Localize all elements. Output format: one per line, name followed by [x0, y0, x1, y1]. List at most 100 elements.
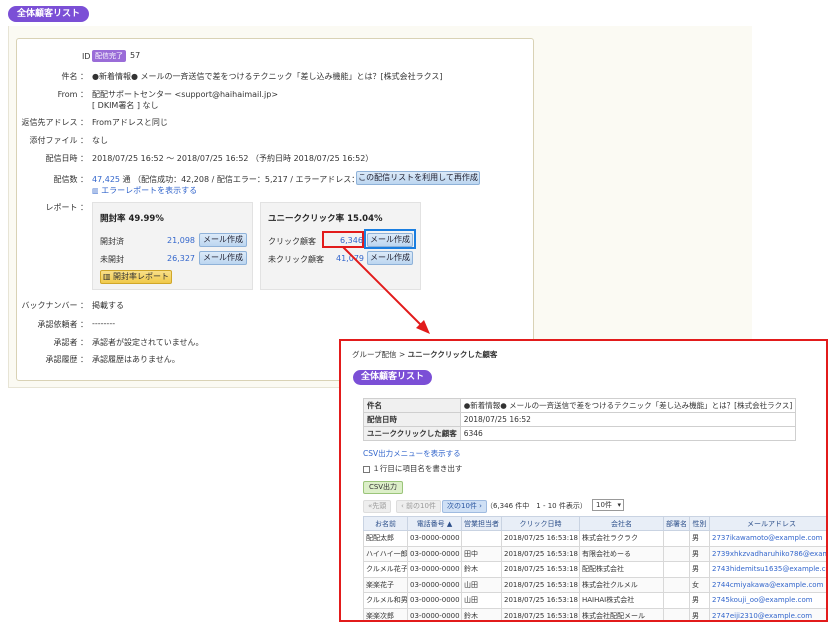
approval-history-value: 承認履歴はありません。	[92, 355, 180, 364]
table-cell: 03-0000-0000	[407, 561, 462, 578]
table-cell: 株式会社配配メール	[579, 607, 664, 620]
table-cell: 山田	[461, 592, 502, 609]
unclicked-label: 未クリック顧客	[268, 255, 324, 264]
column-header[interactable]: 営業担当者	[461, 516, 502, 531]
subject-label: 件名 ：	[61, 72, 88, 81]
table-cell	[663, 607, 690, 620]
table-cell: 03-0000-0000	[407, 607, 462, 620]
delivery-info-table: 件名 ●新着情報● メールの一斉送信で差をつけるテクニック「差し込み機能」とは？…	[363, 398, 797, 441]
chevron-down-icon: ▾	[617, 501, 621, 509]
table-cell: 03-0000-0000	[407, 592, 462, 609]
email-cell[interactable]: 2739xhkzvadharuhiko786@example.com	[709, 545, 826, 562]
delivery-date-value: 2018/07/25 16:52 〜 2018/07/25 16:52 （予約日…	[92, 154, 374, 163]
email-cell[interactable]: 2744cmiyakawa@example.com	[709, 576, 826, 593]
id-value-row: 配信完了 57	[92, 50, 140, 62]
reply-to-label: 返信先アドレス ：	[21, 118, 88, 127]
backnumber-label: バックナンバー ：	[21, 301, 88, 310]
table-cell: 配配株式会社	[579, 561, 664, 578]
info-row: ユニーククリックした顧客 6346	[363, 426, 797, 441]
table-cell	[663, 561, 690, 578]
delivery-count-row: 47,425 通 （配信成功：42,208 / 配信エラー：5,217 / エラ…	[92, 174, 372, 185]
pager-first-button[interactable]: «先頭	[363, 500, 392, 513]
column-header[interactable]: メールアドレス	[709, 516, 826, 531]
from-value: 配配サポートセンター <support@haihaimail.jp>	[92, 90, 279, 99]
callout-arrow	[342, 246, 430, 334]
email-cell[interactable]: 2743hidemitsu1635@example.com	[709, 561, 826, 578]
pager-prev-button[interactable]: ‹ 前の10件	[396, 500, 441, 513]
table-cell: 男	[689, 530, 710, 547]
column-header[interactable]: 会社名	[579, 516, 664, 531]
column-header[interactable]: 部署名	[663, 516, 690, 531]
unique-click-customers-panel: グループ配信 > ユニーククリックした顧客 全体顧客リスト 件名 ●新着情報● …	[339, 339, 828, 622]
bar-chart-icon: ▥	[92, 187, 99, 195]
table-cell	[461, 530, 502, 547]
table-cell: 男	[689, 607, 710, 620]
error-report-link-label: エラーレポートを表示する	[101, 186, 198, 195]
column-header[interactable]: お名前	[363, 516, 408, 531]
dkim-value: [ DKIM署名 ] なし	[92, 101, 159, 110]
table-cell: 男	[689, 561, 710, 578]
error-report-link[interactable]: ▥ エラーレポートを表示する	[92, 185, 197, 196]
info-row: 件名 ●新着情報● メールの一斉送信で差をつけるテクニック「差し込み機能」とは？…	[363, 398, 797, 413]
table-cell: 2018/07/25 16:53:18	[501, 561, 580, 578]
breadcrumb-separator: >	[398, 350, 406, 359]
delivery-date-label: 配信日時 ：	[45, 154, 88, 163]
id-value: 57	[130, 51, 141, 60]
table-cell: 有限会社めーる	[579, 545, 664, 562]
per-page-select[interactable]: 10件 ▾	[592, 499, 624, 511]
opened-label: 開封済	[100, 237, 124, 246]
table-row: 楽楽次郎 03-0000-0000 鈴木 2018/07/25 16:53:18 株式会…	[363, 607, 826, 620]
column-header[interactable]: 性別	[689, 516, 710, 531]
bar-chart-icon: ▥	[102, 272, 111, 281]
table-cell: 鈴木	[461, 561, 502, 578]
table-row: クルメル花子 03-0000-0000 鈴木 2018/07/25 16:53:18 配…	[363, 561, 826, 578]
table-cell: 配配太郎	[363, 530, 408, 547]
open-rate-report-button[interactable]: ▥ 開封率レポート	[100, 270, 172, 284]
overlay-title-pill: 全体顧客リスト	[353, 370, 433, 385]
breadcrumb-current: ユニーククリックした顧客	[407, 350, 498, 359]
email-cell[interactable]: 2737ikawamoto@example.com	[709, 530, 826, 547]
table-cell: 2018/07/25 16:53:18	[501, 576, 580, 593]
table-header-row: お名前 電話番号 ▲ 営業担当者 クリック日時 会社名 部署名 性別 メールアド…	[363, 516, 826, 531]
table-cell: 株式会社クルメル	[579, 576, 664, 593]
approval-requester-value: --------	[92, 319, 116, 328]
opened-count-link[interactable]: 21,098	[167, 236, 195, 245]
unopened-count-link[interactable]: 26,327	[167, 254, 195, 263]
csv-export-button[interactable]: CSV出力	[363, 481, 403, 494]
column-header[interactable]: クリック日時	[501, 516, 580, 531]
clicked-label: クリック顧客	[268, 237, 316, 246]
delivery-count-label: 配信数 ：	[53, 175, 88, 184]
recreate-list-button[interactable]: この配信リストを利用して再作成	[356, 171, 480, 185]
unopened-mail-button[interactable]: メール作成	[199, 251, 247, 265]
csv-menu-link[interactable]: CSV出力メニューを表示する	[363, 448, 461, 459]
approval-history-label: 承認履歴 ：	[45, 355, 88, 364]
header-row-checkbox[interactable]	[363, 465, 370, 473]
table-row: 配配太郎 03-0000-0000 2018/07/25 16:53:18 株式会社ラ…	[363, 530, 826, 547]
email-cell[interactable]: 2747eiji2310@example.com	[709, 607, 826, 620]
table-cell: 田中	[461, 545, 502, 562]
table-cell: 03-0000-0000	[407, 576, 462, 593]
subject-value: ●新着情報● メールの一斉送信で差をつけるテクニック「差し込み機能」とは？[株式…	[92, 72, 443, 81]
table-cell: 2018/07/25 16:53:18	[501, 545, 580, 562]
info-value: 6346	[459, 426, 797, 441]
delivery-count-link[interactable]: 47,425	[92, 175, 120, 184]
open-rate-title: 開封率 49.99%	[100, 214, 164, 224]
approver-label: 承認者 ：	[53, 338, 88, 347]
table-cell: 男	[689, 545, 710, 562]
column-header[interactable]: 電話番号 ▲	[407, 516, 462, 531]
table-cell: 03-0000-0000	[407, 545, 462, 562]
table-cell: 男	[689, 592, 710, 609]
email-cell[interactable]: 2745kouji_oo@example.com	[709, 592, 826, 609]
breadcrumb-root[interactable]: グループ配信	[352, 350, 397, 359]
per-page-value: 10件	[596, 501, 612, 509]
from-label: From ：	[57, 90, 88, 99]
approver-value: 承認者が設定されていません。	[92, 338, 204, 347]
customer-table: お名前 電話番号 ▲ 営業担当者 クリック日時 会社名 部署名 性別 メールアド…	[363, 516, 826, 620]
header-row-checkbox-label: １行目に項目名を書き出す	[372, 464, 463, 473]
status-badge: 配信完了	[92, 50, 126, 62]
open-rate-report-label: 開封率レポート	[113, 272, 170, 281]
pager-next-button[interactable]: 次の10件 ›	[442, 500, 487, 513]
table-cell: クルメル和男	[363, 592, 408, 609]
info-label: ユニーククリックした顧客	[363, 426, 461, 441]
opened-mail-button[interactable]: メール作成	[199, 233, 247, 247]
